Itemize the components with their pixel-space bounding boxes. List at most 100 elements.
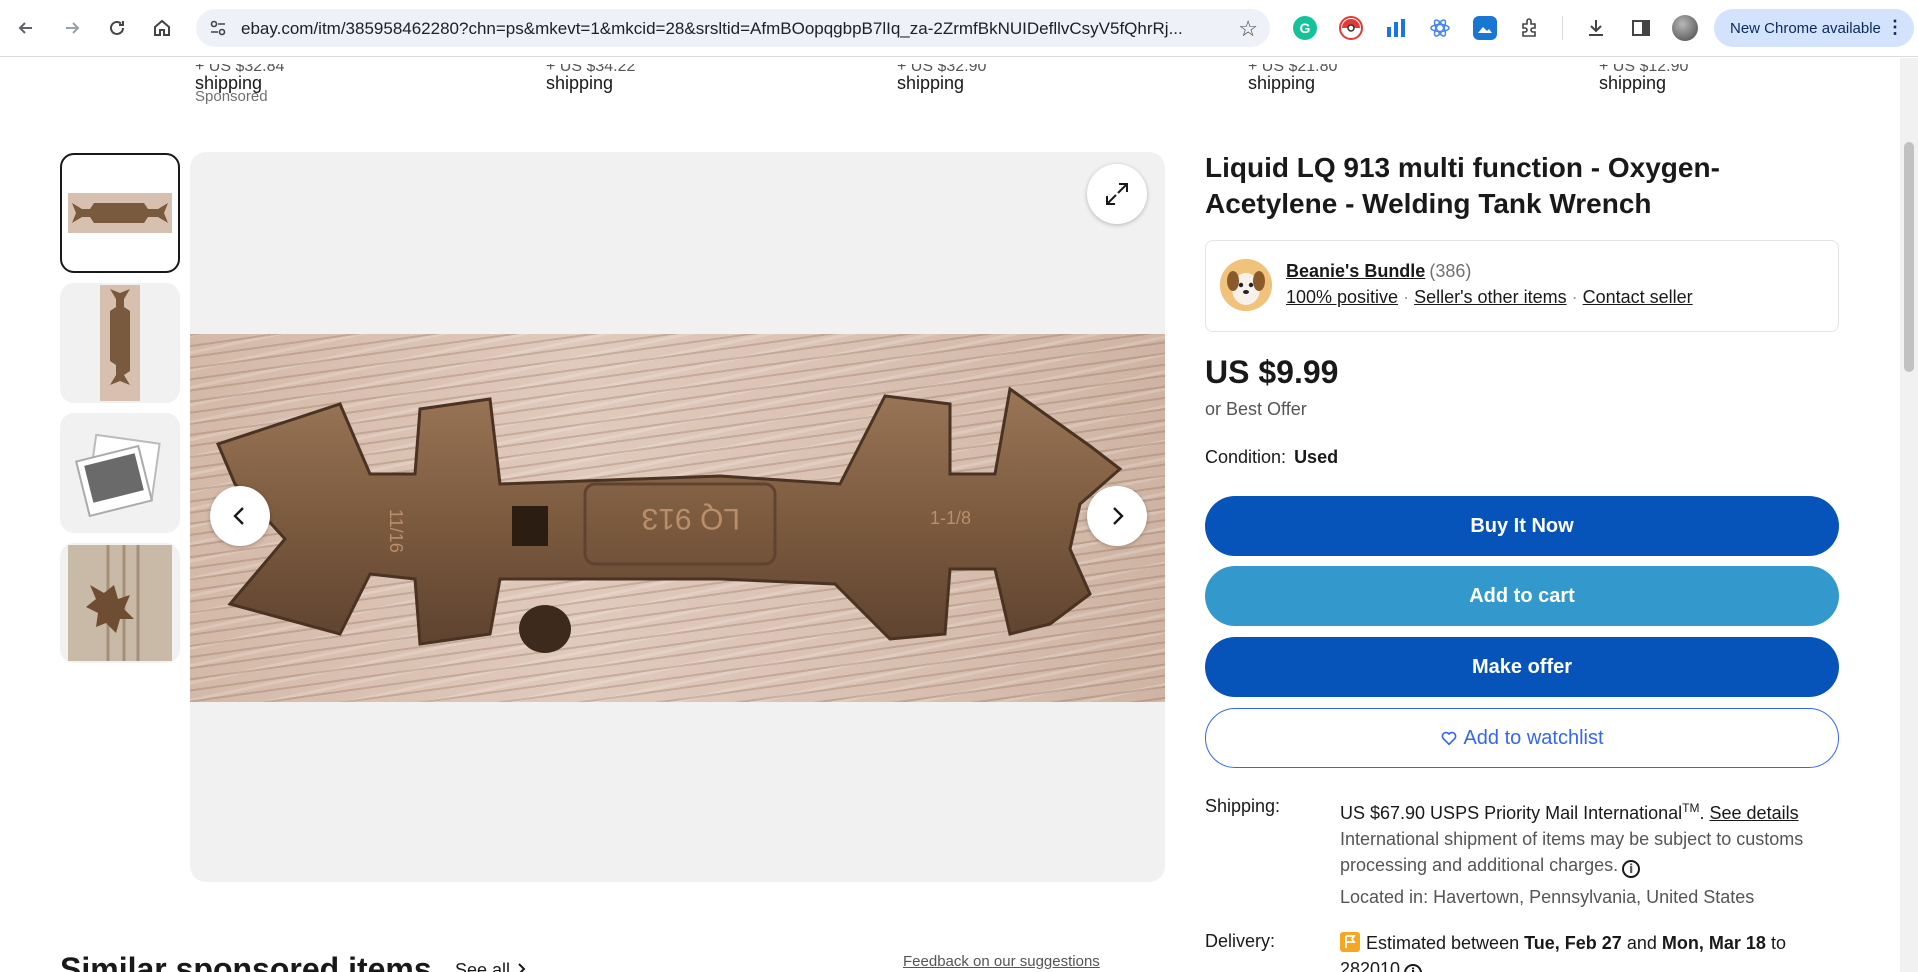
shipping-label: Shipping: bbox=[1205, 796, 1281, 816]
make-offer-button[interactable]: Make offer bbox=[1205, 637, 1839, 697]
delivery-date-end: Mon, Mar 18 bbox=[1661, 933, 1766, 953]
carousel-item-price: + US $21.80 bbox=[1248, 64, 1338, 73]
condition-value: Used bbox=[1294, 447, 1339, 467]
wrench-vertical-thumbnail-image bbox=[100, 285, 140, 401]
previous-image-button[interactable] bbox=[210, 486, 270, 546]
contact-seller-link[interactable]: Contact seller bbox=[1583, 287, 1693, 307]
new-chrome-label: New Chrome available bbox=[1730, 19, 1881, 37]
main-product-image[interactable]: LQ 913 11/16 1-1/8 bbox=[190, 152, 1165, 882]
menu-dots-icon[interactable]: ⋮ bbox=[1886, 17, 1904, 38]
heart-icon bbox=[1442, 731, 1457, 746]
carousel-item-shipping[interactable]: + US $21.80 shipping bbox=[1248, 64, 1337, 94]
delivery-prefix: Estimated between bbox=[1366, 933, 1520, 953]
best-offer-label: or Best Offer bbox=[1205, 399, 1307, 419]
ebay-listing-page: + US $32.84 shipping + US $34.22 shippin… bbox=[0, 58, 1900, 972]
url-text[interactable]: ebay.com/itm/385958462280?chn=ps&mkevt=1… bbox=[241, 19, 1211, 39]
shipping-label: shipping bbox=[1599, 73, 1667, 93]
download-icon[interactable] bbox=[1584, 16, 1608, 40]
analytics-extension-icon[interactable] bbox=[1384, 16, 1408, 40]
image-extension-icon[interactable] bbox=[1473, 16, 1497, 40]
feedback-on-suggestions-link[interactable]: Feedback on our suggestions bbox=[903, 953, 1100, 970]
add-to-cart-button[interactable]: Add to cart bbox=[1205, 566, 1839, 626]
seller-avatar[interactable] bbox=[1220, 259, 1272, 311]
seller-name-link[interactable]: Beanie's Bundle bbox=[1286, 261, 1425, 281]
shipping-label: shipping bbox=[897, 73, 965, 93]
listing-title: Liquid LQ 913 multi function - Oxygen-Ac… bbox=[1205, 152, 1720, 219]
expand-icon bbox=[1106, 183, 1128, 205]
buy-it-now-button[interactable]: Buy It Now bbox=[1205, 496, 1839, 556]
shipping-label: shipping bbox=[546, 73, 614, 93]
grammarly-extension-icon[interactable]: G bbox=[1293, 16, 1317, 40]
shipping-label: shipping bbox=[1248, 73, 1316, 93]
international-note-row: International shipment of items may be s… bbox=[1340, 826, 1840, 878]
trademark-symbol: TM bbox=[1682, 801, 1700, 815]
see-all-label: See all bbox=[455, 960, 511, 972]
address-bar[interactable]: ebay.com/itm/385958462280?chn=ps&mkevt=1… bbox=[196, 9, 1270, 47]
period: . bbox=[1699, 803, 1710, 823]
back-icon[interactable] bbox=[10, 12, 42, 44]
item-price: US $9.99 bbox=[1205, 354, 1339, 390]
delivery-label: Delivery: bbox=[1205, 931, 1276, 951]
browser-toolbar: ebay.com/itm/385958462280?chn=ps&mkevt=1… bbox=[0, 0, 1918, 57]
extensions-puzzle-icon[interactable] bbox=[1518, 16, 1542, 40]
carousel-item-shipping[interactable]: + US $34.22 shipping bbox=[546, 64, 635, 94]
thumbnail-1[interactable] bbox=[60, 153, 180, 273]
seller-card: Beanie's Bundle (386) 100% positive · Selle… bbox=[1205, 240, 1839, 332]
thumbnail-3[interactable] bbox=[60, 413, 180, 533]
site-settings-icon[interactable] bbox=[208, 18, 228, 38]
seller-other-items-link[interactable]: Seller's other items bbox=[1414, 287, 1567, 307]
page-scrollbar[interactable] bbox=[1900, 58, 1918, 972]
reload-icon[interactable] bbox=[101, 12, 133, 44]
info-icon[interactable]: i bbox=[1622, 860, 1641, 878]
arrow-right-icon bbox=[518, 963, 526, 972]
carousel-item-price: + US $32.90 bbox=[897, 64, 987, 73]
thumbnail-2[interactable] bbox=[60, 283, 180, 403]
forward-icon[interactable] bbox=[56, 12, 88, 44]
wrench-engraving-right: 1-1/8 bbox=[930, 508, 971, 528]
carousel-item-price: + US $34.22 bbox=[546, 64, 636, 73]
seller-links-row: 100% positive · Seller's other items · Conta… bbox=[1286, 287, 1693, 308]
react-extension-icon[interactable] bbox=[1428, 16, 1452, 40]
home-icon[interactable] bbox=[146, 12, 178, 44]
side-panel-icon[interactable] bbox=[1629, 16, 1653, 40]
wrench-illustration: LQ 913 11/16 1-1/8 bbox=[215, 386, 1123, 653]
carousel-item-shipping[interactable]: + US $32.90 shipping bbox=[897, 64, 986, 94]
chevron-right-icon bbox=[1113, 507, 1124, 525]
wrench-photo: LQ 913 11/16 1-1/8 bbox=[190, 334, 1165, 702]
fullscreen-button[interactable] bbox=[1087, 164, 1147, 224]
see-all-link[interactable]: See all bbox=[455, 960, 529, 972]
delivery-date-start: Tue, Feb 27 bbox=[1524, 933, 1622, 953]
scrollbar-thumb[interactable] bbox=[1904, 142, 1914, 372]
pokeball-extension-icon[interactable] bbox=[1339, 16, 1363, 40]
condition-row: Condition: Used bbox=[1205, 447, 1338, 468]
profile-avatar[interactable] bbox=[1672, 15, 1698, 41]
image-placeholder-icon bbox=[74, 433, 161, 518]
carousel-item-price: + US $32.84 bbox=[195, 64, 285, 73]
carousel-item-shipping[interactable]: + US $12.90 shipping bbox=[1599, 64, 1688, 94]
watchlist-label: Add to watchlist bbox=[1463, 726, 1604, 749]
chevron-left-icon bbox=[233, 507, 244, 525]
thumbnail-4[interactable] bbox=[60, 543, 180, 663]
seller-positive-link[interactable]: 100% positive bbox=[1286, 287, 1398, 307]
separator-dot: · bbox=[1571, 287, 1578, 307]
shipping-price-row: US $67.90 USPS Priority Mail Internation… bbox=[1340, 795, 1840, 826]
delivery-flag-icon bbox=[1340, 932, 1360, 952]
new-chrome-available-button[interactable]: New Chrome available ⋮ bbox=[1714, 9, 1914, 47]
seller-name-row: Beanie's Bundle (386) bbox=[1286, 261, 1471, 282]
shipping-price: US $67.90 USPS Priority Mail Internation… bbox=[1340, 803, 1683, 823]
toolbar-divider bbox=[1562, 16, 1563, 40]
info-icon[interactable]: i bbox=[1404, 964, 1423, 972]
item-location: Located in: Havertown, Pennsylvania, Uni… bbox=[1340, 887, 1755, 907]
delivery-and: and bbox=[1626, 933, 1657, 953]
wrench-engraving-left: 11/16 bbox=[386, 509, 406, 553]
wrench-wood-thumbnail-image bbox=[68, 545, 172, 661]
carousel-item-price: + US $12.90 bbox=[1599, 64, 1689, 73]
add-to-watchlist-button[interactable]: Add to watchlist bbox=[1205, 708, 1839, 768]
see-details-link[interactable]: See details bbox=[1710, 803, 1799, 823]
next-image-button[interactable] bbox=[1087, 486, 1147, 546]
delivery-zip[interactable]: 282010 bbox=[1340, 959, 1400, 972]
wrench-engraving-main: LQ 913 bbox=[642, 502, 740, 535]
bookmark-star-icon[interactable]: ☆ bbox=[1238, 16, 1258, 42]
separator-dot: · bbox=[1403, 287, 1410, 307]
sponsored-label: Sponsored bbox=[195, 88, 268, 105]
